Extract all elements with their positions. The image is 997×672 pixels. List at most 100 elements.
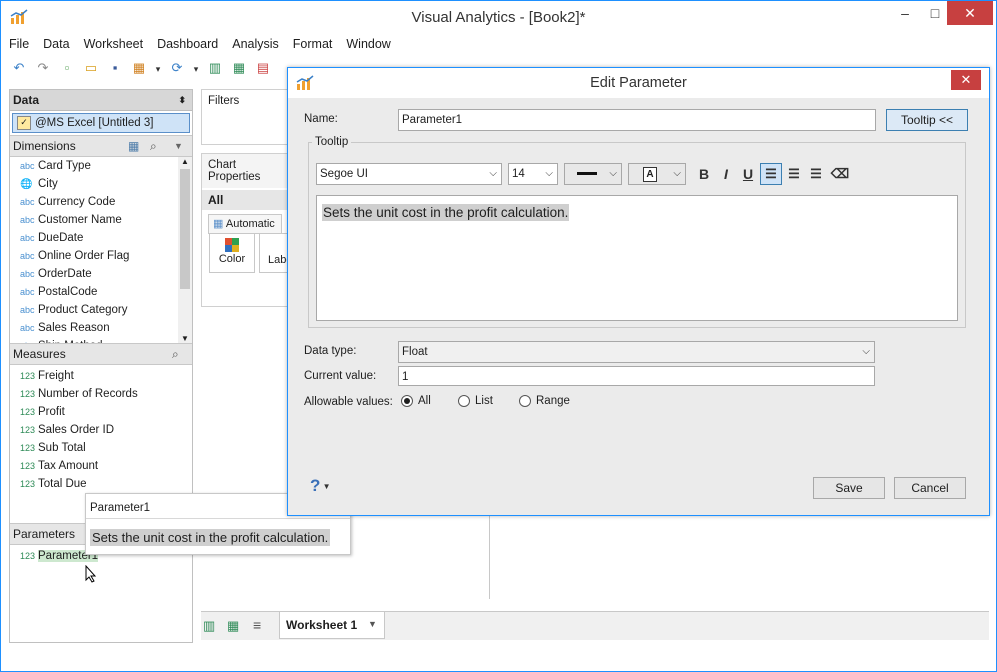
- allowable-all-label: All: [418, 395, 431, 408]
- menu-worksheet[interactable]: Worksheet: [84, 37, 144, 51]
- label-button[interactable]: Label: [259, 233, 290, 273]
- filters-pane[interactable]: Filters: [201, 89, 289, 145]
- window-title: Visual Analytics - [Book2]*: [411, 9, 586, 26]
- all-tab[interactable]: All: [202, 190, 288, 210]
- mark-type-select[interactable]: ▦ Automatic: [208, 214, 282, 234]
- save-button[interactable]: Save: [813, 477, 885, 499]
- field-list-item[interactable]: 🌐 City: [10, 175, 192, 193]
- open-folder-icon[interactable]: ▭: [81, 59, 101, 77]
- field-list-item[interactable]: abc OrderDate: [10, 265, 192, 283]
- radio-icon: [519, 395, 531, 407]
- line-style-select[interactable]: ⌵: [564, 163, 622, 185]
- field-list-item[interactable]: 123 Number of Records: [10, 385, 192, 403]
- dimensions-scrollbar[interactable]: ▲ ▼: [178, 157, 192, 343]
- new-dashboard-icon[interactable]: ▦: [227, 618, 239, 634]
- new-worksheet-icon[interactable]: ▥: [205, 59, 225, 77]
- datasource-icon: ✓: [17, 115, 31, 130]
- menu-analysis[interactable]: Analysis: [232, 37, 279, 51]
- field-list-item[interactable]: 123 Profit: [10, 403, 192, 421]
- dropdown-arrow-icon[interactable]: ▼: [174, 136, 183, 156]
- allowable-list-label: List: [475, 395, 493, 408]
- underline-icon[interactable]: U: [738, 164, 758, 184]
- field-list-item[interactable]: abc PostalCode: [10, 283, 192, 301]
- table-view-icon[interactable]: ▦: [128, 136, 139, 156]
- chevron-down-icon: ⌵: [545, 168, 553, 179]
- undo-icon[interactable]: ↶: [9, 59, 29, 77]
- allowable-all-radio[interactable]: All: [401, 395, 431, 407]
- search-icon[interactable]: ⌕: [150, 136, 157, 156]
- new-worksheet-icon[interactable]: ▥: [203, 618, 215, 634]
- current-value-input[interactable]: 1: [398, 366, 875, 386]
- new-datasource-icon[interactable]: ▦: [129, 59, 149, 77]
- font-color-select[interactable]: A ⌵: [628, 163, 686, 185]
- field-list-item[interactable]: 123 Sales Order ID: [10, 421, 192, 439]
- tooltip-toggle-button[interactable]: Tooltip <<: [886, 109, 968, 131]
- font-size-select[interactable]: 14 ⌵: [508, 163, 558, 185]
- mark-type-icon: ▦: [213, 218, 224, 230]
- refresh-icon[interactable]: ⟳: [167, 59, 187, 77]
- font-size-value: 14: [512, 168, 525, 180]
- worksheet-canvas[interactable]: [365, 514, 877, 604]
- italic-icon[interactable]: I: [716, 164, 736, 184]
- align-left-icon[interactable]: ☰: [760, 163, 782, 185]
- font-value: Segoe UI: [320, 168, 368, 180]
- menu-dashboard[interactable]: Dashboard: [157, 37, 218, 51]
- close-button[interactable]: ✕: [947, 1, 993, 25]
- field-name: Sales Order ID: [38, 424, 115, 436]
- dialog-close-button[interactable]: ✕: [951, 70, 981, 90]
- dropdown-arrow-icon[interactable]: ▾: [153, 60, 163, 78]
- sort-icon[interactable]: ⬍: [178, 90, 186, 110]
- radio-icon: [458, 395, 470, 407]
- menu-file[interactable]: File: [9, 37, 29, 51]
- datasource-item[interactable]: ✓ @MS Excel [Untitled 3]: [12, 113, 190, 133]
- field-list-item[interactable]: abc Online Order Flag: [10, 247, 192, 265]
- sheet-list-icon[interactable]: ≡: [253, 617, 261, 633]
- field-name: Currency Code: [38, 196, 116, 208]
- help-icon[interactable]: ? ▼: [310, 476, 331, 496]
- tooltip-title: Parameter1: [90, 502, 151, 514]
- tab-worksheet-1[interactable]: Worksheet 1 ▼: [279, 612, 385, 639]
- field-list-item[interactable]: abc DueDate: [10, 229, 192, 247]
- align-center-icon[interactable]: ☰: [784, 164, 804, 184]
- field-list-item[interactable]: 123 Tax Amount: [10, 457, 192, 475]
- field-list-item[interactable]: abc Sales Reason: [10, 319, 192, 337]
- minimize-button[interactable]: –: [889, 1, 921, 25]
- field-list-item[interactable]: abc Currency Code: [10, 193, 192, 211]
- menu-window[interactable]: Window: [346, 37, 390, 51]
- color-button[interactable]: Color: [209, 233, 255, 273]
- field-list-item[interactable]: 123 Freight: [10, 367, 192, 385]
- tooltip-editor[interactable]: Sets the unit cost in the profit calcula…: [316, 195, 958, 321]
- cancel-button[interactable]: Cancel: [894, 477, 966, 499]
- font-select[interactable]: Segoe UI ⌵: [316, 163, 502, 185]
- bold-icon[interactable]: B: [694, 164, 714, 184]
- help-glyph: ?: [310, 476, 321, 495]
- allowable-list-radio[interactable]: List: [458, 395, 493, 407]
- field-list-item[interactable]: 123 Sub Total: [10, 439, 192, 457]
- chevron-down-icon: ⌵: [489, 168, 497, 179]
- data-pane-title: Data: [13, 93, 40, 107]
- data-type-select[interactable]: Float ⌵: [398, 341, 875, 363]
- chevron-down-icon: ⌵: [609, 168, 617, 179]
- clear-format-eraser-icon[interactable]: ⌫: [830, 164, 850, 184]
- dropdown-arrow-icon[interactable]: ▾: [191, 60, 201, 78]
- tooltip-editor-text: Sets the unit cost in the profit calcula…: [322, 204, 570, 221]
- redo-icon[interactable]: ↷: [33, 59, 53, 77]
- field-list-item[interactable]: 123 Total Due: [10, 475, 192, 493]
- tooltip-group-label: Tooltip: [312, 136, 352, 148]
- menu-data[interactable]: Data: [43, 37, 69, 51]
- allowable-range-radio[interactable]: Range: [519, 395, 570, 407]
- chevron-down-icon: ⌵: [862, 346, 870, 357]
- search-icon[interactable]: ⌕: [172, 344, 179, 364]
- align-right-icon[interactable]: ☰: [806, 164, 826, 184]
- new-dashboard-icon[interactable]: ▦: [229, 59, 249, 77]
- name-input[interactable]: Parameter1: [398, 109, 876, 131]
- new-icon[interactable]: ▫: [57, 59, 77, 77]
- string-type-icon: abc: [20, 323, 35, 333]
- menu-format[interactable]: Format: [293, 37, 333, 51]
- field-list-item[interactable]: abc Card Type: [10, 157, 192, 175]
- clear-sheet-icon[interactable]: ▤: [253, 59, 273, 77]
- field-list-item[interactable]: abc Customer Name: [10, 211, 192, 229]
- chevron-down-icon[interactable]: ▼: [368, 619, 377, 629]
- field-list-item[interactable]: abc Product Category: [10, 301, 192, 319]
- save-icon[interactable]: ▪: [105, 59, 125, 77]
